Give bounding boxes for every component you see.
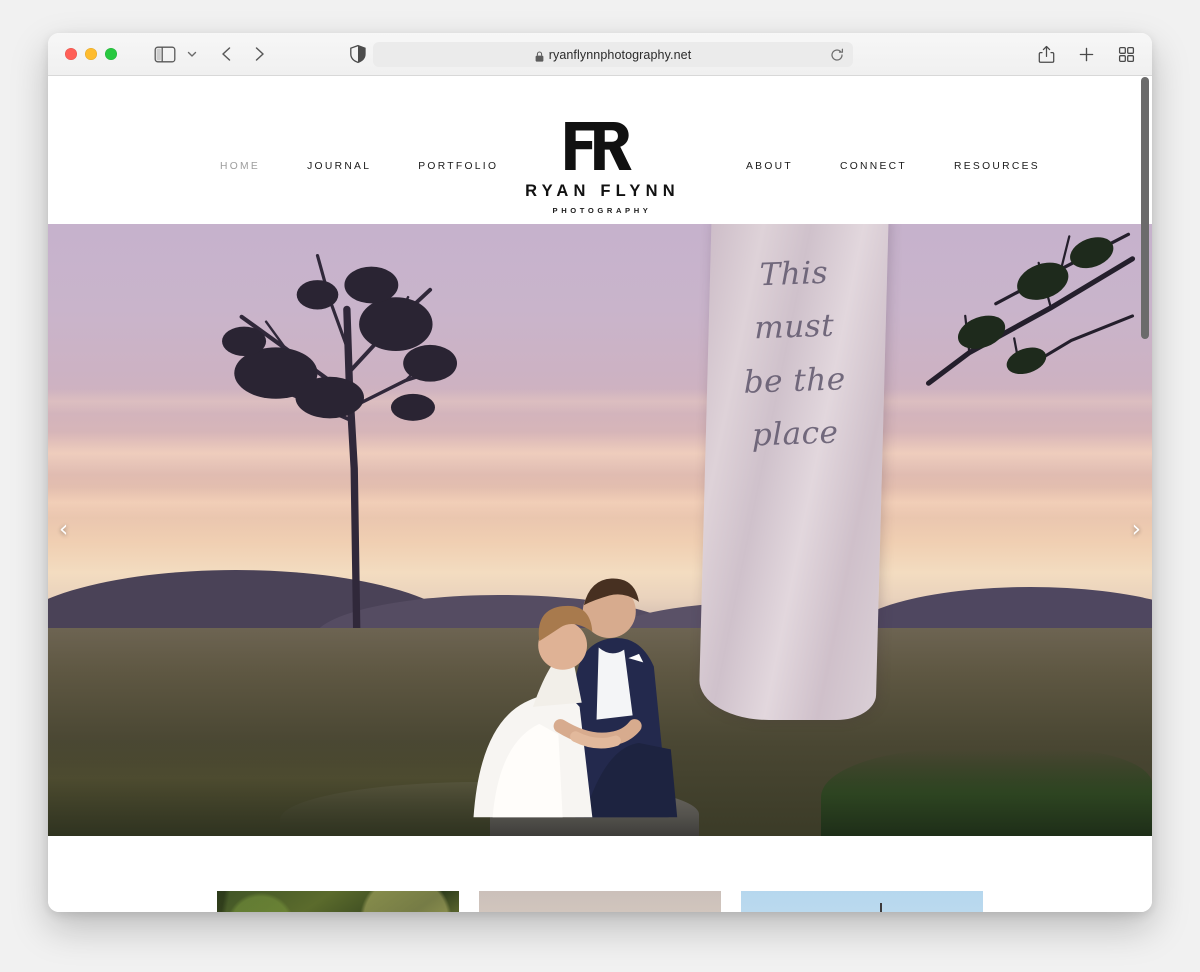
shield-icon[interactable]: [348, 44, 368, 64]
carousel-prev-button[interactable]: ‹: [50, 513, 77, 548]
scrollbar-thumb[interactable]: [1141, 77, 1149, 339]
brand-tagline: PHOTOGRAPHY: [549, 206, 652, 215]
address-bar[interactable]: ryanflynnphotography.net: [373, 42, 853, 67]
back-button[interactable]: [217, 44, 237, 64]
reload-icon[interactable]: [830, 48, 844, 62]
new-tab-icon[interactable]: [1077, 45, 1096, 64]
page-scrollbar[interactable]: [1138, 76, 1152, 912]
thumbnail-item[interactable]: [217, 891, 459, 912]
fabric-banner: This must be the place: [698, 224, 888, 720]
brand-name: RYAN FLYNN: [520, 183, 680, 200]
nav-item-journal[interactable]: JOURNAL: [307, 161, 371, 172]
tab-overview-icon[interactable]: [1117, 45, 1136, 64]
nav-item-about[interactable]: ABOUT: [746, 161, 793, 172]
share-icon[interactable]: [1037, 45, 1056, 64]
primary-nav-left: HOME JOURNAL PORTFOLIO: [220, 161, 498, 172]
silhouette-conifer-right: [887, 224, 1152, 463]
thumbnail-item[interactable]: [479, 891, 721, 912]
site-header: HOME JOURNAL PORTFOLIO RYAN FLYNN PHOTOG…: [48, 76, 1152, 224]
nav-item-resources[interactable]: RESOURCES: [954, 161, 1040, 172]
thumbnail-item[interactable]: [741, 891, 983, 912]
maximize-window-button[interactable]: [105, 48, 117, 60]
close-window-button[interactable]: [65, 48, 77, 60]
nav-item-portfolio[interactable]: PORTFOLIO: [418, 161, 498, 172]
sidebar-icon[interactable]: [154, 45, 176, 63]
page-viewport: HOME JOURNAL PORTFOLIO RYAN FLYNN PHOTOG…: [48, 76, 1152, 912]
minimize-window-button[interactable]: [85, 48, 97, 60]
brand-logo[interactable]: RYAN FLYNN PHOTOGRAPHY: [520, 120, 680, 215]
couple-subject: [445, 499, 710, 817]
browser-window: ryanflynnphotography.net: [48, 33, 1152, 912]
banner-text: This must be the place: [714, 245, 875, 464]
lock-icon: [535, 49, 544, 60]
toolbar-right-actions: [1037, 45, 1136, 64]
thumbnail-strip: [48, 836, 1152, 912]
nav-item-connect[interactable]: CONNECT: [840, 161, 907, 172]
hero-slider: This must be the place ‹ ›: [48, 224, 1152, 836]
forward-button[interactable]: [249, 44, 269, 64]
fr-monogram-icon: [561, 120, 639, 177]
chevron-down-icon[interactable]: [185, 45, 199, 63]
nav-item-home[interactable]: HOME: [220, 161, 260, 172]
hero-image: This must be the place: [48, 224, 1152, 836]
spire-cross: [880, 903, 882, 912]
address-bar-url[interactable]: ryanflynnphotography.net: [549, 48, 692, 62]
traffic-lights: [65, 48, 117, 60]
primary-nav-right: ABOUT CONNECT RESOURCES: [746, 161, 1040, 172]
browser-toolbar: ryanflynnphotography.net: [48, 33, 1152, 76]
